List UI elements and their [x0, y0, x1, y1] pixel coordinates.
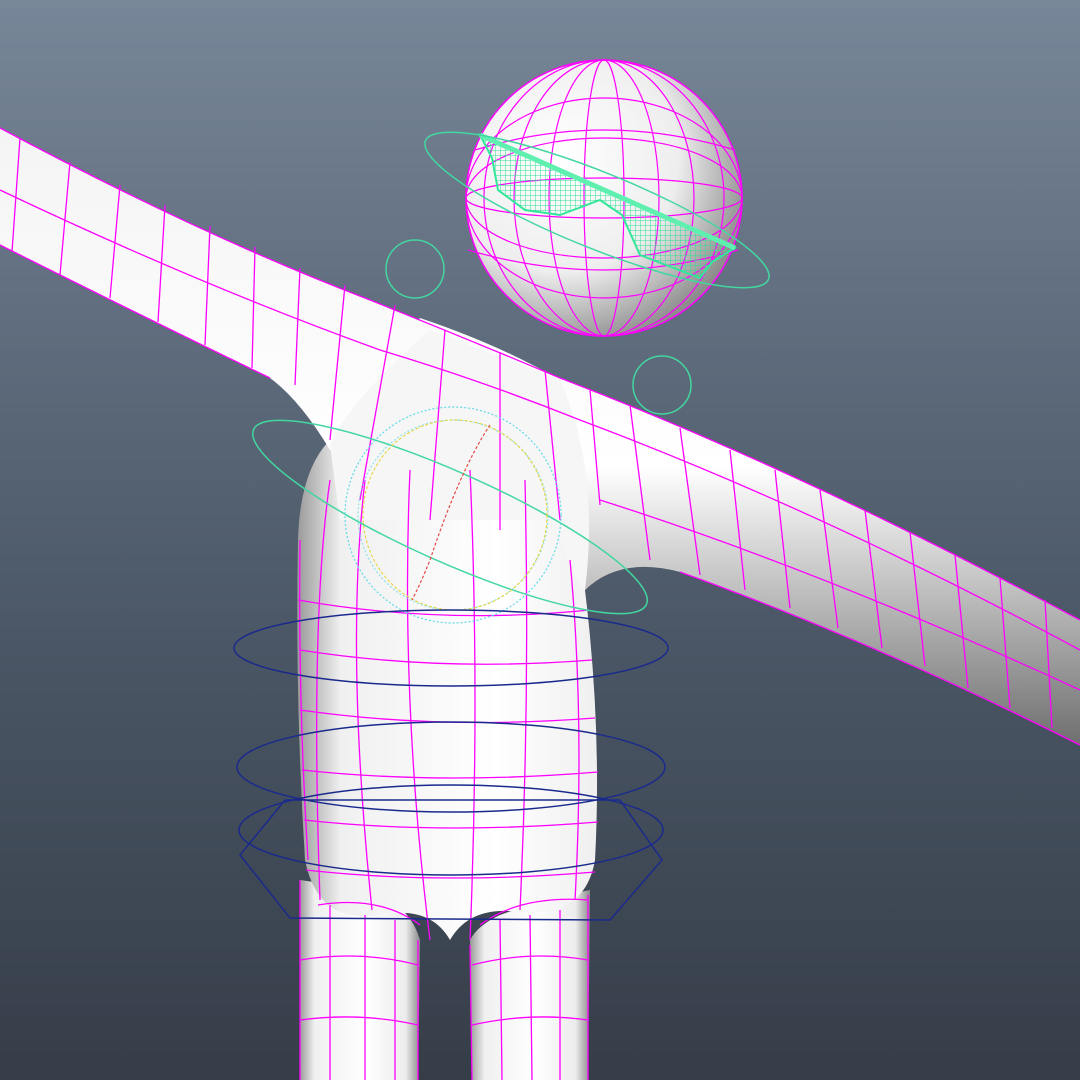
right-shoulder-control[interactable] [632, 355, 692, 415]
left-shoulder-control[interactable] [385, 239, 445, 299]
3d-viewport[interactable] [0, 0, 1080, 1080]
scene-canvas[interactable] [0, 0, 1080, 1080]
